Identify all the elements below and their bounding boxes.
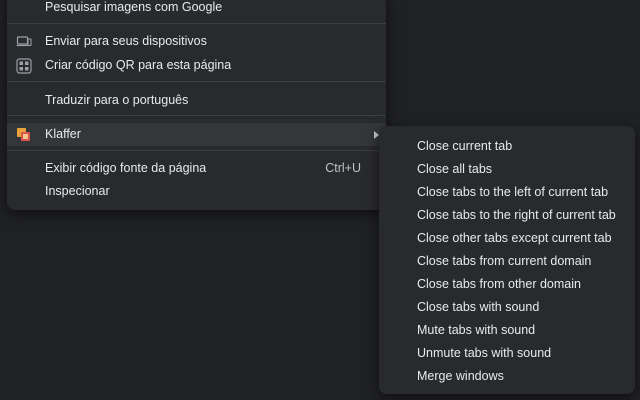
submenu-item-label: Close all tabs — [417, 162, 493, 176]
menu-separator — [7, 23, 386, 24]
submenu-item-close-right[interactable]: Close tabs to the right of current tab — [379, 204, 635, 227]
submenu-item-close-left[interactable]: Close tabs to the left of current tab — [379, 181, 635, 204]
menu-separator — [7, 150, 386, 151]
klaffer-submenu: Close current tab Close all tabs Close t… — [379, 126, 635, 394]
submenu-item-close-other-domain[interactable]: Close tabs from other domain — [379, 273, 635, 296]
submenu-item-label: Close tabs from current domain — [417, 254, 592, 268]
menu-separator — [7, 81, 386, 82]
submenu-item-label: Close tabs from other domain — [417, 277, 581, 291]
menu-item-klaffer[interactable]: Klaffer — [7, 123, 386, 146]
submenu-item-label: Close other tabs except current tab — [417, 231, 612, 245]
submenu-item-label: Unmute tabs with sound — [417, 346, 552, 360]
submenu-item-label: Close current tab — [417, 139, 513, 153]
menu-item-view-source[interactable]: Exibir código fonte da página Ctrl+U — [7, 157, 386, 180]
submenu-item-label: Close tabs to the right of current tab — [417, 208, 616, 222]
menu-item-send-devices[interactable]: Enviar para seus dispositivos — [7, 30, 386, 53]
submenu-item-label: Merge windows — [417, 369, 504, 383]
submenu-item-label: Mute tabs with sound — [417, 323, 536, 337]
submenu-item-label: Close tabs with sound — [417, 300, 540, 314]
submenu-item-close-current-domain[interactable]: Close tabs from current domain — [379, 250, 635, 273]
menu-item-label: Enviar para seus dispositivos — [45, 34, 207, 48]
menu-item-translate[interactable]: Traduzir para o português — [7, 89, 386, 112]
submenu-item-merge-windows[interactable]: Merge windows — [379, 365, 635, 388]
submenu-item-label: Close tabs to the left of current tab — [417, 185, 609, 199]
devices-icon — [16, 36, 32, 47]
menu-item-label: Exibir código fonte da página — [45, 161, 207, 175]
menu-item-label: Traduzir para o português — [45, 93, 189, 107]
context-menu: Pesquisar imagens com Google Enviar para… — [7, 0, 386, 210]
submenu-item-close-all[interactable]: Close all tabs — [379, 158, 635, 181]
menu-item-label: Criar código QR para esta página — [45, 58, 232, 72]
menu-item-search-images[interactable]: Pesquisar imagens com Google — [7, 0, 386, 19]
menu-item-shortcut: Ctrl+U — [325, 161, 361, 175]
menu-item-create-qr[interactable]: Criar código QR para esta página — [7, 54, 386, 77]
submenu-item-mute-with-sound[interactable]: Mute tabs with sound — [379, 319, 635, 342]
qr-code-icon — [16, 58, 32, 74]
submenu-item-unmute-with-sound[interactable]: Unmute tabs with sound — [379, 342, 635, 365]
menu-item-label: Pesquisar imagens com Google — [45, 0, 223, 14]
submenu-item-close-others[interactable]: Close other tabs except current tab — [379, 227, 635, 250]
menu-item-inspect[interactable]: Inspecionar — [7, 180, 386, 203]
submenu-item-close-with-sound[interactable]: Close tabs with sound — [379, 296, 635, 319]
menu-separator — [7, 115, 386, 116]
menu-item-label: Inspecionar — [45, 184, 110, 198]
klaffer-extension-icon — [17, 128, 30, 141]
menu-item-label: Klaffer — [45, 127, 81, 141]
submenu-item-close-current[interactable]: Close current tab — [379, 135, 635, 158]
